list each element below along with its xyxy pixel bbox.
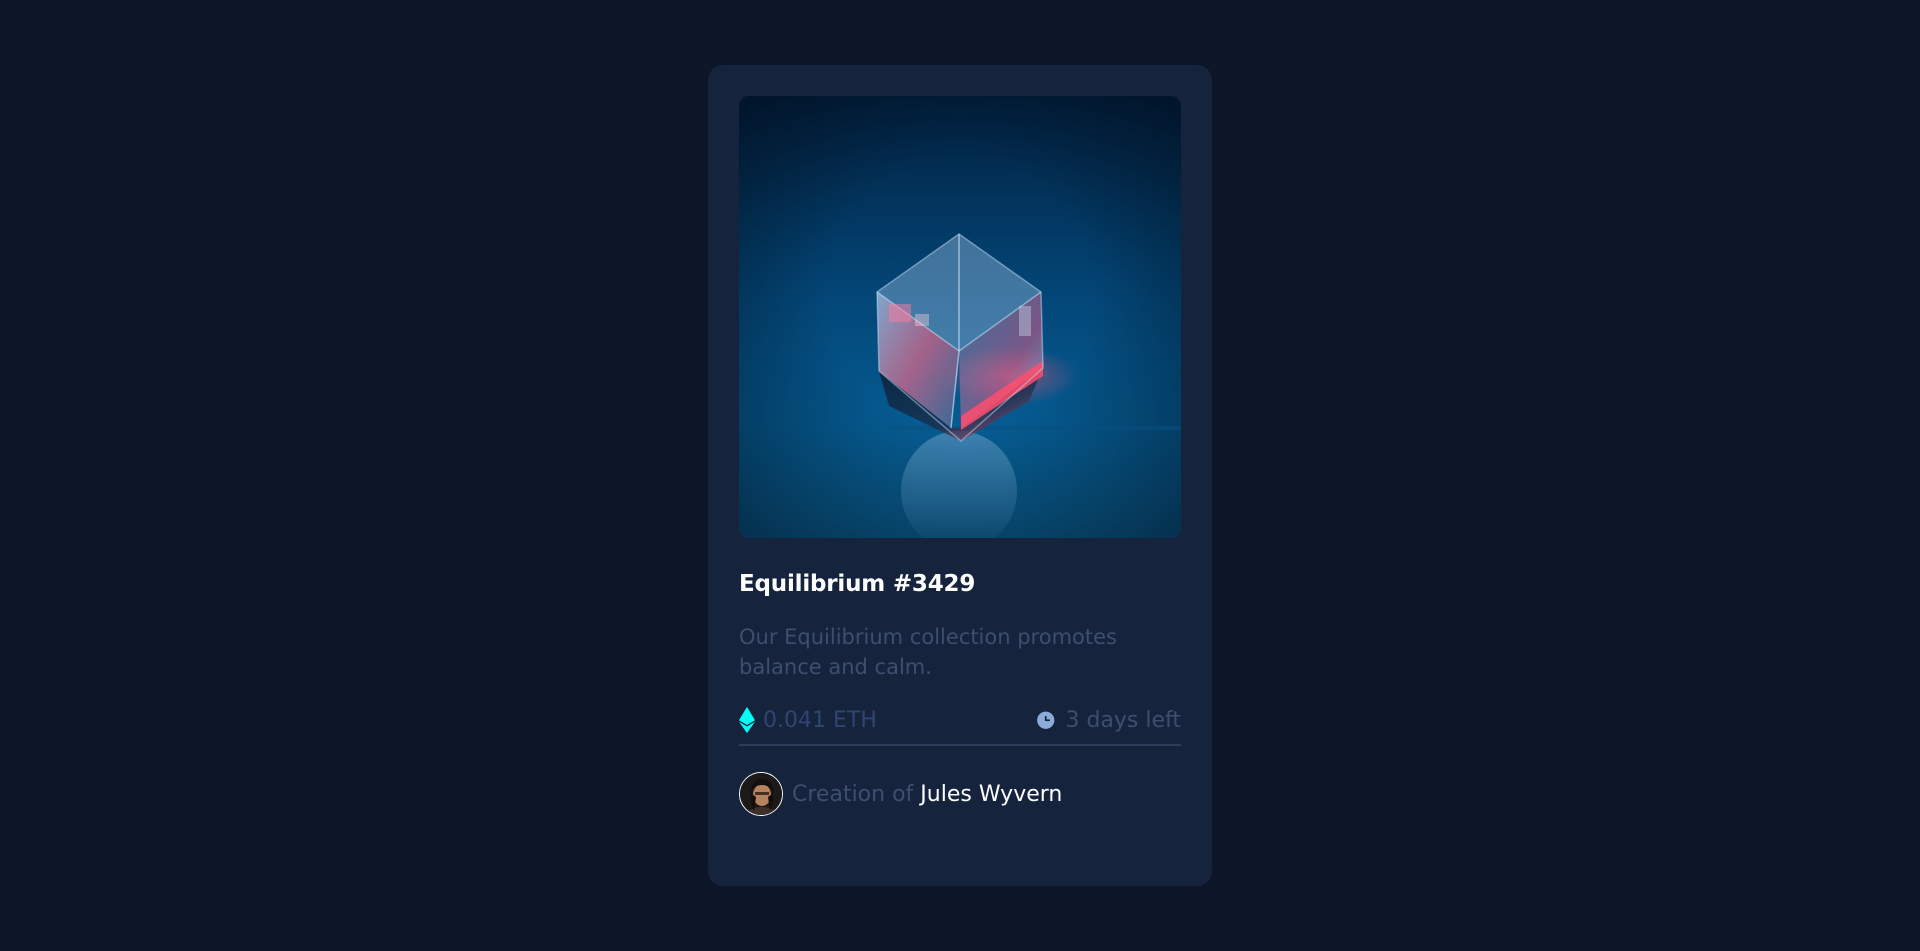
- nft-stats: 0.041 ETH 3 days left: [739, 704, 1181, 736]
- price-value: 0.041 ETH: [763, 707, 877, 733]
- creator-prefix: Creation of: [792, 781, 914, 807]
- divider: [739, 744, 1181, 746]
- time-left-value: 3 days left: [1065, 707, 1181, 733]
- nft-image[interactable]: [739, 96, 1181, 538]
- nft-title[interactable]: Equilibrium #3429: [739, 569, 1181, 599]
- price-stat: 0.041 ETH: [739, 706, 877, 734]
- equilibrium-cube-image: [739, 96, 1181, 538]
- clock-icon: [1037, 711, 1055, 729]
- creator-attribution: Creation of Jules Wyvern: [792, 782, 1062, 807]
- creator-row: Creation of Jules Wyvern: [739, 771, 1181, 817]
- time-stat: 3 days left: [1035, 708, 1181, 733]
- ethereum-icon: [739, 706, 755, 734]
- avatar: [739, 772, 783, 816]
- nft-preview-card: Equilibrium #3429 Our Equilibrium collec…: [708, 65, 1212, 886]
- creator-name-link[interactable]: Jules Wyvern: [920, 782, 1062, 807]
- nft-description: Our Equilibrium collection promotes bala…: [739, 625, 1117, 679]
